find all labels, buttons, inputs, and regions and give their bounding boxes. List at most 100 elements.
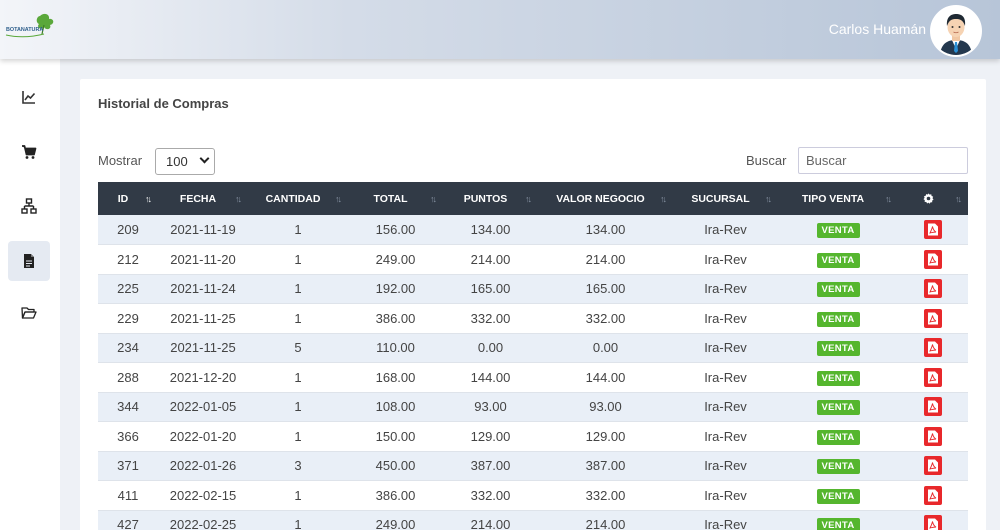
cell-fecha: 2021-11-25	[158, 303, 248, 334]
column-header-puntos[interactable]: PUNTOS ↑↓	[443, 182, 538, 215]
top-bar: BOTANATURA Carlos Huamán	[0, 0, 1000, 59]
sale-type-badge: VENTA	[816, 341, 860, 357]
table-header-row: ID ↑↓ FECHA ↑↓ CANTIDAD ↑↓ TOTAL ↑↓ PUNTOS ↑↓…	[98, 182, 968, 215]
cell-valor-negocio: 214.00	[538, 510, 673, 530]
sort-icon: ↑↓	[885, 194, 892, 204]
cell-puntos: 93.00	[443, 392, 538, 422]
cell-tipo-venta: VENTA	[778, 274, 898, 304]
cell-total: 386.00	[348, 303, 443, 334]
purchases-table: ID ↑↓ FECHA ↑↓ CANTIDAD ↑↓ TOTAL ↑↓ PUNTOS ↑↓…	[98, 182, 968, 530]
cell-actions	[898, 215, 968, 245]
cell-tipo-venta: VENTA	[778, 451, 898, 481]
cell-sucursal: Ira-Rev	[673, 451, 778, 481]
cell-tipo-venta: VENTA	[778, 480, 898, 511]
page-size-value: 100	[166, 154, 188, 169]
cell-cantidad: 1	[248, 303, 348, 334]
sale-type-badge: VENTA	[816, 252, 860, 268]
table-row: 344 2022-01-05 1 108.00 93.00 93.00 Ira-Rev VEN…	[98, 392, 968, 422]
sale-type-badge: VENTA	[816, 400, 860, 416]
pdf-file-icon	[928, 253, 938, 266]
sidebar-item-dashboard[interactable]	[8, 77, 50, 117]
sort-icon: ↑↓	[765, 194, 772, 204]
cell-total: 249.00	[348, 510, 443, 530]
pdf-download-button[interactable]	[924, 515, 942, 530]
cell-tipo-venta: VENTA	[778, 215, 898, 245]
cell-puntos: 214.00	[443, 244, 538, 275]
cell-fecha: 2021-11-19	[158, 215, 248, 245]
sidebar-item-purchase-history[interactable]	[8, 241, 50, 281]
cell-sucursal: Ira-Rev	[673, 392, 778, 422]
table-row: 366 2022-01-20 1 150.00 129.00 129.00 Ira-Rev V…	[98, 421, 968, 452]
page-size-select[interactable]: 100	[155, 148, 215, 175]
svg-text:BOTANATURA: BOTANATURA	[6, 27, 43, 33]
page-size-label: Mostrar	[98, 153, 143, 168]
cell-sucursal: Ira-Rev	[673, 333, 778, 363]
cell-total: 249.00	[348, 244, 443, 275]
cell-cantidad: 1	[248, 215, 348, 245]
pdf-download-button[interactable]	[924, 456, 942, 476]
cell-valor-negocio: 129.00	[538, 421, 673, 452]
pdf-file-icon	[928, 371, 938, 384]
cell-tipo-venta: VENTA	[778, 244, 898, 275]
cell-total: 150.00	[348, 421, 443, 452]
cell-sucursal: Ira-Rev	[673, 421, 778, 452]
pdf-file-icon	[928, 430, 938, 443]
pdf-download-button[interactable]	[924, 308, 942, 328]
sidebar-item-folders[interactable]	[8, 293, 50, 333]
pdf-download-button[interactable]	[924, 367, 942, 387]
cell-id: 371	[98, 451, 158, 481]
cell-tipo-venta: VENTA	[778, 362, 898, 393]
cell-total: 110.00	[348, 333, 443, 363]
cell-valor-negocio: 332.00	[538, 303, 673, 334]
pdf-download-button[interactable]	[924, 426, 942, 446]
cell-sucursal: Ira-Rev	[673, 215, 778, 245]
cell-fecha: 2022-01-05	[158, 392, 248, 422]
column-header-tipo-venta[interactable]: TIPO VENTA ↑↓	[778, 182, 898, 215]
sale-type-badge: VENTA	[816, 311, 860, 327]
sale-type-badge: VENTA	[816, 518, 860, 530]
cell-valor-negocio: 0.00	[538, 333, 673, 363]
pdf-download-button[interactable]	[924, 338, 942, 358]
pdf-file-icon	[928, 518, 938, 530]
pdf-file-icon	[928, 341, 938, 354]
cell-fecha: 2021-11-24	[158, 274, 248, 304]
cell-sucursal: Ira-Rev	[673, 510, 778, 530]
sale-type-badge: VENTA	[816, 370, 860, 386]
column-header-fecha[interactable]: FECHA ↑↓	[158, 182, 248, 215]
cell-valor-negocio: 214.00	[538, 244, 673, 275]
cell-tipo-venta: VENTA	[778, 421, 898, 452]
column-header-id[interactable]: ID ↑↓	[98, 182, 158, 215]
page-title: Historial de Compras	[98, 96, 229, 111]
pdf-file-icon	[928, 400, 938, 413]
chart-line-icon	[22, 91, 36, 104]
cell-valor-negocio: 144.00	[538, 362, 673, 393]
cell-tipo-venta: VENTA	[778, 303, 898, 334]
cell-id: 411	[98, 480, 158, 511]
column-header-cantidad[interactable]: CANTIDAD ↑↓	[248, 182, 348, 215]
column-header-valor-negocio[interactable]: VALOR NEGOCIO ↑↓	[538, 182, 673, 215]
brand-logo[interactable]: BOTANATURA	[4, 12, 56, 42]
pdf-download-button[interactable]	[924, 279, 942, 299]
pdf-download-button[interactable]	[924, 249, 942, 269]
user-name[interactable]: Carlos Huamán	[829, 21, 926, 37]
table-row: 371 2022-01-26 3 450.00 387.00 387.00 Ira-Rev V…	[98, 451, 968, 481]
sidebar-item-cart[interactable]	[8, 132, 50, 172]
pdf-download-button[interactable]	[924, 220, 942, 239]
cart-icon	[22, 145, 37, 159]
user-avatar[interactable]	[930, 5, 982, 57]
pdf-download-button[interactable]	[924, 397, 942, 417]
sale-type-badge: VENTA	[816, 282, 860, 298]
cell-valor-negocio: 93.00	[538, 392, 673, 422]
column-header-sucursal[interactable]: SUCURSAL ↑↓	[673, 182, 778, 215]
cell-puntos: 144.00	[443, 362, 538, 393]
cell-fecha: 2021-11-25	[158, 333, 248, 363]
column-header-actions[interactable]: ↑↓	[898, 182, 968, 215]
cell-actions	[898, 451, 968, 481]
column-header-total[interactable]: TOTAL ↑↓	[348, 182, 443, 215]
search-input[interactable]	[798, 147, 968, 174]
pdf-download-button[interactable]	[924, 485, 942, 505]
sidebar-item-network[interactable]	[8, 186, 50, 226]
table-row: 212 2021-11-20 1 249.00 214.00 214.00 Ira-Rev V…	[98, 244, 968, 275]
cell-puntos: 332.00	[443, 480, 538, 511]
document-icon	[24, 254, 34, 268]
